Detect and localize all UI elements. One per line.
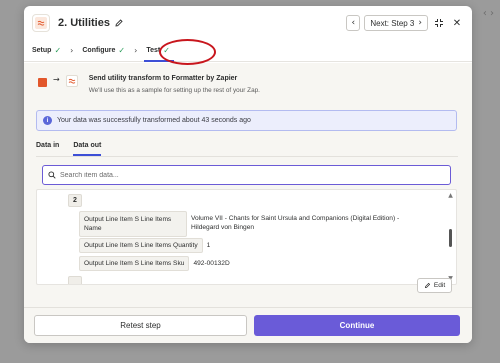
background-chevrons: ‹ › — [482, 8, 494, 19]
continue-button[interactable]: Continue — [254, 315, 460, 336]
field-key: Output Line Item S Line Items Sku — [79, 256, 190, 271]
scroll-thumb[interactable] — [449, 229, 452, 247]
edit-label: Edit — [433, 282, 446, 289]
chevron-left-icon: ‹ — [351, 18, 356, 28]
field-value-line: Hildegard von Bingen — [191, 224, 255, 231]
tab-setup[interactable]: Setup ✓ — [32, 46, 61, 55]
field-key: Output Line Item S Line Items Name — [79, 211, 187, 237]
modal-header: 2. Utilities ‹ Next: Step 3 › ✕ — [24, 6, 472, 40]
data-out-panel: 2 Output Line Item S Line Items Name Vol… — [36, 189, 457, 285]
scroll-up-arrow-icon[interactable]: ▲ — [447, 192, 454, 199]
field-row: Output Line Item S Line Items Quantity 1 — [79, 238, 210, 253]
scrollbar[interactable]: ▲ ▼ — [447, 192, 454, 282]
tab-data-out[interactable]: Data out — [73, 142, 102, 156]
checkmark-icon: ✓ — [118, 46, 126, 55]
field-value: Volume VII - Chants for Saint Ursula and… — [191, 211, 399, 232]
search-box[interactable] — [42, 165, 451, 185]
checkmark-icon: ✓ — [163, 46, 170, 55]
pencil-icon — [424, 282, 430, 289]
retest-step-button[interactable]: Retest step — [34, 315, 247, 336]
modal-body: → Send utility transform to Formatter by… — [24, 63, 472, 343]
field-row: Output Line Item S Line Items Sku 492-00… — [79, 256, 230, 271]
modal-title: 2. Utilities — [58, 17, 110, 29]
field-value-line: Volume VII - Chants for Saint Ursula and… — [191, 215, 400, 222]
collapse-icon[interactable] — [432, 16, 446, 30]
tab-data-in[interactable]: Data in — [36, 142, 59, 156]
field-key-line: Name — [84, 225, 102, 232]
field-value: 492-00132D — [193, 260, 230, 267]
tab-test-label: Test — [146, 47, 161, 54]
transform-summary: → Send utility transform to Formatter by… — [38, 75, 260, 94]
close-icon[interactable]: ✕ — [450, 16, 464, 30]
next-step-button[interactable]: Next: Step 3 › — [364, 15, 428, 31]
edit-title-pencil-icon[interactable] — [114, 18, 124, 28]
previous-step-button[interactable]: ‹ — [346, 15, 361, 31]
step-tabs: Setup ✓ › Configure ✓ › Test ✓ — [24, 40, 472, 62]
info-icon: i — [43, 116, 52, 125]
search-icon — [48, 171, 56, 179]
tab-configure[interactable]: Configure ✓ — [82, 46, 125, 55]
checkmark-icon: ✓ — [54, 46, 62, 55]
transform-subtitle: We'll use this as a sample for setting u… — [88, 87, 260, 94]
source-app-icon — [38, 78, 47, 87]
footer-divider — [24, 307, 472, 308]
field-key: Output Line Item S Line Items Quantity — [79, 238, 203, 253]
field-value: 1 — [206, 242, 211, 249]
edit-button[interactable]: Edit — [417, 278, 452, 293]
tab-configure-label: Configure — [82, 47, 116, 54]
formatter-app-icon — [65, 75, 78, 87]
transform-title: Send utility transform to Formatter by Z… — [88, 75, 238, 82]
field-row: Output Line Item S Line Items Name Volum… — [79, 211, 399, 237]
arrow-right-icon: → — [53, 75, 60, 84]
tab-setup-label: Setup — [32, 47, 52, 54]
step-modal: 2. Utilities ‹ Next: Step 3 › ✕ Setup ✓ … — [24, 6, 472, 343]
formatter-app-icon — [32, 14, 50, 32]
success-message: Your data was successfully transformed a… — [57, 117, 251, 124]
next-item-badge[interactable] — [68, 276, 82, 284]
success-banner: i Your data was successfully transformed… — [36, 110, 457, 131]
field-key-line: Output Line Item S Line Items — [84, 216, 172, 223]
data-tabs: Data in Data out — [36, 142, 102, 156]
search-input[interactable] — [60, 171, 420, 179]
next-step-label: Next: Step 3 — [370, 18, 415, 28]
tab-test[interactable]: Test ✓ — [144, 46, 174, 62]
chevron-right-icon: › — [418, 18, 422, 28]
tabs-divider — [36, 156, 458, 157]
chevron-right-icon: › — [70, 46, 74, 55]
item-index-badge[interactable]: 2 — [68, 194, 82, 207]
chevron-right-icon: › — [134, 46, 138, 55]
